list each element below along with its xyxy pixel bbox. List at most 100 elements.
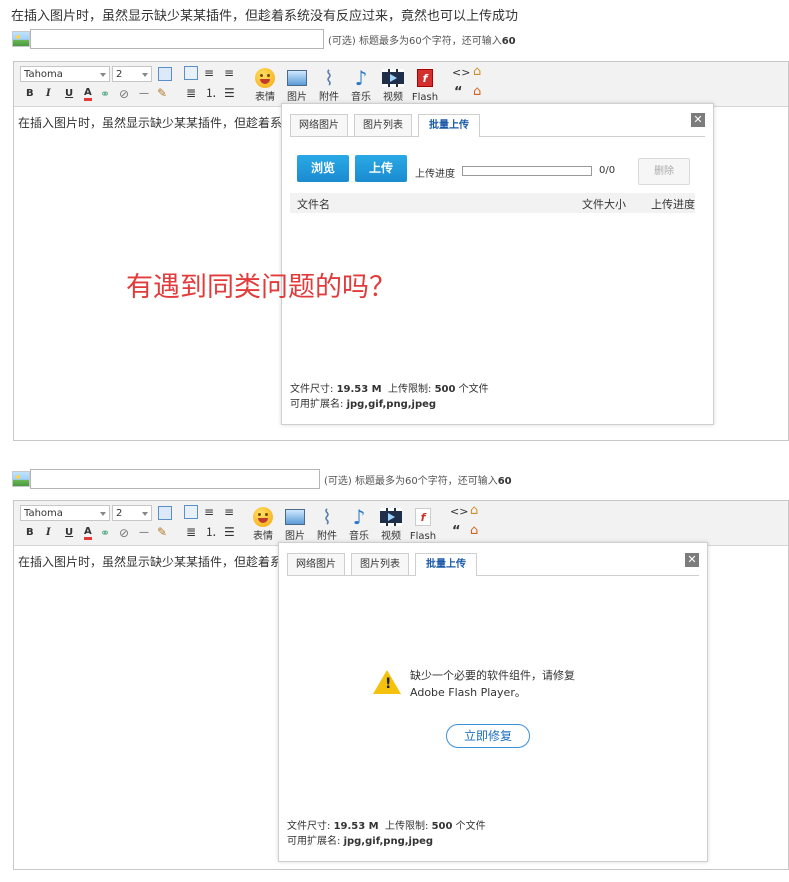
tab-web-image[interactable]: 网络图片 [290, 114, 348, 136]
attachment-button[interactable]: ⌇ 附件 [310, 505, 344, 543]
align-left-icon[interactable] [184, 66, 198, 80]
ordered-list-icon[interactable]: ⒈ [205, 86, 217, 100]
clear-format-icon[interactable]: ✎ [157, 525, 167, 539]
emoji-button[interactable]: 表情 [246, 505, 280, 543]
quote-button[interactable]: “ [452, 525, 461, 539]
font-name-select[interactable]: Tahoma [20, 505, 110, 521]
progress-label: 上传进度 [415, 169, 455, 180]
lock-icon[interactable]: ⌂ [473, 65, 481, 79]
hide-content-icon[interactable]: ⌂ [470, 524, 478, 538]
align-right-icon[interactable]: ≡ [224, 66, 234, 80]
smile-icon [255, 68, 275, 88]
image-button[interactable]: 图片 [278, 505, 312, 543]
clear-format-icon[interactable]: ✎ [157, 86, 167, 100]
browse-button[interactable]: 浏览 [297, 155, 349, 182]
underline-button[interactable]: U [65, 526, 73, 540]
unlink-icon[interactable]: ⊘ [119, 87, 129, 101]
dialog-footer: 文件尺寸: 19.53 M 上传限制: 500 个文件 可用扩展名: jpg,g… [290, 384, 489, 410]
tab-image-list[interactable]: 图片列表 [354, 114, 412, 136]
link-icon[interactable]: ⚭ [100, 87, 110, 101]
close-icon[interactable]: ✕ [685, 553, 699, 567]
indent-icon[interactable]: ≣ [186, 525, 196, 539]
unordered-list-icon[interactable]: ☰ [224, 525, 235, 539]
film-icon [380, 508, 402, 526]
picture-icon [285, 509, 305, 525]
chevron-down-icon [100, 73, 106, 77]
progress-count: 0/0 [599, 165, 616, 176]
unordered-list-icon[interactable]: ☰ [224, 86, 235, 100]
tab-web-image[interactable]: 网络图片 [287, 553, 345, 575]
lock-icon[interactable]: ⌂ [470, 504, 478, 518]
code-button[interactable]: <> [452, 66, 470, 80]
unlink-icon[interactable]: ⊘ [119, 526, 129, 540]
table-icon[interactable] [158, 67, 172, 81]
font-color-button[interactable]: A [84, 526, 92, 540]
paperclip-icon: ⌇ [324, 66, 334, 90]
title-input[interactable] [30, 469, 320, 489]
font-size-select[interactable]: 2 [112, 66, 152, 82]
title-input[interactable] [30, 29, 324, 49]
hide-content-icon[interactable]: ⌂ [473, 85, 481, 99]
film-icon [382, 69, 404, 87]
chevron-down-icon [142, 512, 148, 516]
hr-button[interactable]: — [139, 87, 149, 101]
tab-batch-upload[interactable]: 批量上传 [418, 114, 480, 137]
dialog-tabs: 网络图片 图片列表 批量上传 [287, 553, 699, 576]
flash-icon: f [415, 508, 431, 526]
music-note-icon: ♪ [354, 66, 368, 90]
hr-button[interactable]: — [139, 526, 149, 540]
editor-content[interactable]: 在插入图片时，虽然显示缺少某某插件，但趁着系 [18, 553, 282, 570]
code-button[interactable]: <> [450, 505, 468, 519]
editor-toolbar: Tahoma 2 B I U A ⚭ ⊘ — ✎ ≡ ≡ ≣ ⒈ ☰ 表情 图片… [14, 501, 788, 546]
ordered-list-icon[interactable]: ⒈ [205, 525, 217, 539]
align-right-icon[interactable]: ≡ [224, 505, 234, 519]
flash-button[interactable]: f Flash [408, 66, 442, 104]
underline-button[interactable]: U [65, 87, 73, 101]
video-button[interactable]: 视频 [374, 505, 408, 543]
editor-content[interactable]: 在插入图片时，虽然显示缺少某某插件，但趁着系 [18, 114, 282, 131]
music-button[interactable]: ♪ 音乐 [344, 66, 378, 104]
link-icon[interactable]: ⚭ [100, 526, 110, 540]
tab-batch-upload[interactable]: 批量上传 [415, 553, 477, 576]
overlay-question: 有遇到同类问题的吗？ [126, 272, 396, 303]
music-button[interactable]: ♪ 音乐 [342, 505, 376, 543]
dialog-tabs: 网络图片 图片列表 批量上传 [290, 114, 705, 137]
align-center-icon[interactable]: ≡ [204, 505, 214, 519]
chevron-down-icon [142, 73, 148, 77]
italic-button[interactable]: I [46, 87, 51, 101]
warning-icon: ! [373, 670, 401, 694]
indent-icon[interactable]: ≣ [186, 86, 196, 100]
align-center-icon[interactable]: ≡ [204, 66, 214, 80]
font-color-button[interactable]: A [84, 87, 92, 101]
flash-button[interactable]: f Flash [406, 505, 440, 543]
image-button[interactable]: 图片 [280, 66, 314, 104]
upload-button[interactable]: 上传 [355, 155, 407, 182]
music-note-icon: ♪ [352, 505, 366, 529]
tab-image-list[interactable]: 图片列表 [351, 553, 409, 575]
attachment-button[interactable]: ⌇ 附件 [312, 66, 346, 104]
font-size-select[interactable]: 2 [112, 505, 152, 521]
italic-button[interactable]: I [46, 526, 51, 540]
upload-dialog-2: 网络图片 图片列表 批量上传 ✕ ! 缺少一个必要的软件组件，请修复 Adobe… [278, 542, 708, 862]
bold-button[interactable]: B [26, 526, 34, 540]
picture-icon [287, 70, 307, 86]
paperclip-icon: ⌇ [322, 505, 332, 529]
editor-toolbar: Tahoma 2 B I U A ⚭ ⊘ — ✎ ≡ ≡ ≣ ⒈ ☰ 表情 图片… [14, 62, 788, 107]
emoji-button[interactable]: 表情 [248, 66, 282, 104]
close-icon[interactable]: ✕ [691, 113, 705, 127]
title-hint: (可选) 标题最多为60个字符，还可输入60 [328, 35, 516, 47]
align-left-icon[interactable] [184, 505, 198, 519]
bold-button[interactable]: B [26, 87, 34, 101]
title-hint: (可选) 标题最多为60个字符，还可输入60 [324, 475, 512, 487]
table-icon[interactable] [158, 506, 172, 520]
quote-button[interactable]: “ [454, 86, 463, 100]
image-icon [12, 31, 30, 47]
delete-button[interactable]: 删除 [638, 158, 690, 185]
repair-button[interactable]: 立即修复 [446, 724, 530, 748]
smile-icon [253, 507, 273, 527]
font-name-select[interactable]: Tahoma [20, 66, 110, 82]
col-filesize: 文件大小 [582, 198, 626, 211]
video-button[interactable]: 视频 [376, 66, 410, 104]
dialog-footer: 文件尺寸: 19.53 M 上传限制: 500 个文件 可用扩展名: jpg,g… [287, 821, 486, 847]
col-progress: 上传进度 [651, 198, 695, 211]
